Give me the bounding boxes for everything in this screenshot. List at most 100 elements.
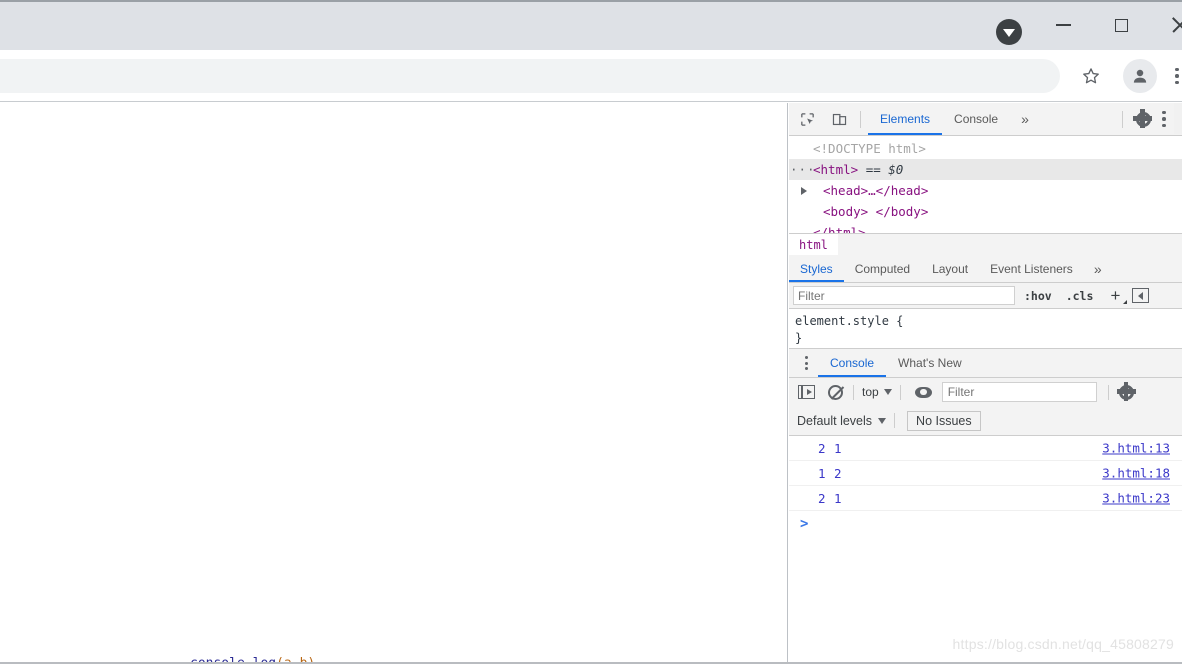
new-style-rule-button[interactable]: +: [1106, 287, 1128, 305]
styles-tabbar: Styles Computed Layout Event Listeners »: [789, 255, 1182, 283]
kebab-dot-3: [804, 367, 808, 370]
watermark: https://blog.csdn.net/qq_45808279: [952, 636, 1174, 652]
download-arrow-icon[interactable]: [996, 19, 1022, 45]
browser-titlebar: [0, 0, 1182, 50]
sidebar-caret: [806, 389, 812, 395]
dom-row-html-close: </html>: [789, 222, 1182, 233]
console-toolbar-divider-3: [1107, 384, 1109, 400]
console-sidebar-button[interactable]: [794, 380, 818, 404]
browser-menu-button[interactable]: [1166, 59, 1182, 93]
console-log-row[interactable]: 1 2 3.html:18: [789, 461, 1182, 486]
tab-computed[interactable]: Computed: [844, 255, 921, 282]
force-state-button[interactable]: :hov: [1019, 289, 1057, 303]
kebab-dot-2: [804, 361, 808, 365]
dom-row-doctype: <!DOCTYPE html>: [813, 141, 926, 156]
console-log-message: 2 1: [818, 490, 843, 506]
more-tabs-button[interactable]: »: [1010, 103, 1040, 135]
style-rule-close: }: [795, 331, 803, 345]
devtools-menu-button[interactable]: [1152, 107, 1176, 131]
console-toolbar-divider-2: [899, 384, 901, 400]
close-icon: [1171, 17, 1182, 33]
drawer-tabbar: Console What's New: [789, 349, 1182, 378]
kebab-dot-2: [1175, 74, 1179, 78]
live-expression-icon: [915, 386, 933, 398]
titlebar-top-rule: [0, 0, 1182, 2]
dom-row-html[interactable]: ··· <html> == $0: [789, 159, 1182, 180]
device-toolbar-icon: [832, 113, 846, 125]
console-log-row[interactable]: 2 1 3.html:13: [789, 436, 1182, 461]
close-button[interactable]: [1156, 0, 1182, 50]
kebab-menu-icon: [1162, 110, 1166, 115]
devtools-scrollbar-thumb[interactable]: [1174, 103, 1182, 134]
console-prompt-row[interactable]: >: [789, 511, 1182, 537]
kebab-menu-icon: [1175, 67, 1179, 72]
console-log-row[interactable]: 2 1 3.html:23: [789, 486, 1182, 511]
console-settings-button[interactable]: [1115, 380, 1139, 404]
dom-body-tag: <body> </body>: [823, 204, 929, 219]
toolbar-divider: [860, 110, 861, 128]
page-viewport: console.log(a,b): [0, 103, 788, 664]
drawer-tab-console[interactable]: Console: [818, 349, 886, 377]
tab-console[interactable]: Console: [942, 103, 1010, 135]
tab-styles[interactable]: Styles: [789, 255, 844, 282]
devtools-panel: Elements Console » <!DOCTYPE html> ··· <h…: [789, 103, 1182, 664]
kebab-dot-3: [1162, 123, 1166, 128]
bookmark-button[interactable]: [1074, 59, 1108, 93]
console-log-message: 1 2: [818, 465, 843, 481]
inspect-element-button[interactable]: [793, 105, 821, 133]
dom-html-close-tag: </html>: [813, 225, 866, 233]
clear-console-button[interactable]: [823, 380, 847, 404]
execution-context-select[interactable]: top: [860, 385, 894, 399]
dom-tree[interactable]: <!DOCTYPE html> ··· <html> == $0 <head>…<…: [789, 136, 1182, 233]
style-rule-selector[interactable]: element.style {: [795, 313, 1182, 330]
console-log-message: 2 1: [818, 440, 843, 456]
execution-context-label: top: [862, 385, 879, 399]
browser-window: console.log(a,b) Elements Console » <!DO…: [0, 0, 1182, 664]
kebab-dot-3: [1175, 80, 1179, 85]
dom-ellipsis-icon: ···: [790, 162, 816, 177]
console-filter-input[interactable]: [941, 382, 1097, 402]
maximize-button[interactable]: [1098, 0, 1144, 50]
console-log-source-link[interactable]: 3.html:18: [1102, 466, 1170, 481]
tab-layout[interactable]: Layout: [921, 255, 979, 282]
console-log-source-link[interactable]: 3.html:13: [1102, 441, 1170, 456]
devtools-toolbar-right: [1115, 107, 1182, 131]
device-toolbar-button[interactable]: [825, 105, 853, 133]
styles-filter-input[interactable]: [793, 286, 1015, 305]
dom-row-body[interactable]: <body> </body>: [789, 201, 1182, 222]
profile-button[interactable]: [1123, 59, 1157, 93]
devtools-tabbar: Elements Console »: [789, 103, 1182, 136]
console-log-source-link[interactable]: 3.html:23: [1102, 491, 1170, 506]
address-bar[interactable]: [0, 59, 1060, 93]
dom-row-head[interactable]: <head>…</head>: [789, 180, 1182, 201]
toggle-computed-sidebar-button[interactable]: [1132, 288, 1150, 303]
console-levels-bar: Default levels No Issues: [789, 406, 1182, 436]
drawer-menu-button[interactable]: [794, 351, 818, 375]
chevron-down-icon: [883, 389, 892, 395]
chevron-right-icon[interactable]: [801, 187, 807, 195]
kebab-dot-2: [1162, 117, 1166, 121]
console-log-list: 2 1 3.html:13 1 2 3.html:18 2 1 3.html:2…: [789, 436, 1182, 537]
star-icon: [1083, 68, 1099, 84]
gear-icon: [1133, 109, 1152, 128]
dom-html-selected-ref: $0: [888, 162, 904, 177]
toggle-sidebar-icon: [1138, 291, 1144, 300]
devtools-settings-button[interactable]: [1133, 109, 1152, 128]
breadcrumb: html: [789, 233, 1182, 256]
account-avatar-icon: [1133, 69, 1147, 83]
live-expression-button[interactable]: [912, 380, 936, 404]
download-triangle-glyph: [1003, 28, 1015, 37]
styles-more-tabs-button[interactable]: »: [1084, 255, 1112, 282]
minimize-button[interactable]: [1040, 0, 1086, 50]
console-levels-select[interactable]: Default levels: [797, 414, 887, 428]
tab-event-listeners[interactable]: Event Listeners: [979, 255, 1084, 282]
drawer-tab-whats-new[interactable]: What's New: [886, 349, 974, 377]
minimize-icon: [1055, 24, 1071, 26]
issues-button[interactable]: No Issues: [907, 410, 981, 431]
breadcrumb-item-html[interactable]: html: [789, 233, 838, 256]
styles-rules-pane: element.style { }: [789, 309, 1182, 348]
maximize-icon: [1114, 18, 1128, 32]
dom-html-eq: ==: [865, 162, 881, 177]
element-classes-button[interactable]: .cls: [1061, 289, 1099, 303]
tab-elements[interactable]: Elements: [868, 103, 942, 135]
